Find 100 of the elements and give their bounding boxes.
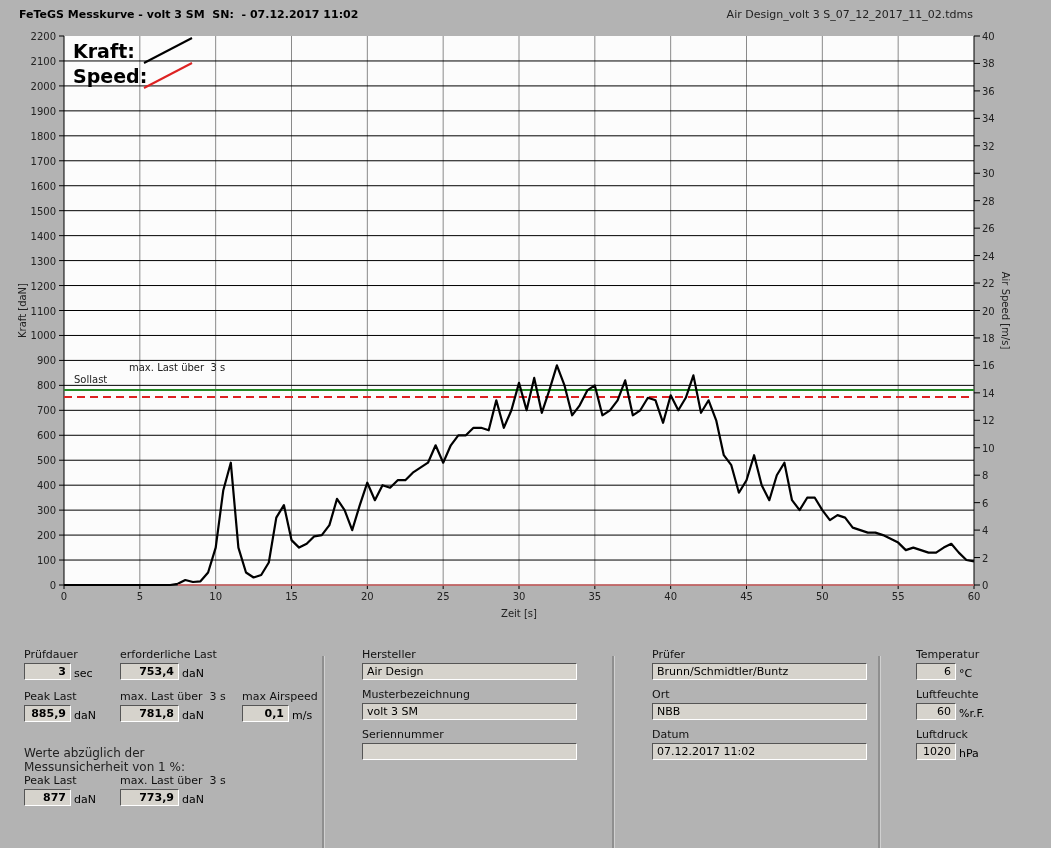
- axis-tick-label: 40: [664, 591, 678, 602]
- legend-label: Kraft:: [73, 40, 135, 62]
- axis-tick-label: 1500: [30, 205, 56, 217]
- field-label: Temperatur: [916, 648, 981, 661]
- field-label: Prüfdauer: [24, 648, 79, 661]
- value-field: 877: [24, 789, 71, 806]
- axis-tick-label: 700: [36, 405, 56, 417]
- unit-label: daN: [74, 709, 96, 722]
- axis-tick-label: 55: [891, 591, 905, 602]
- axis-tick-label: 200: [36, 530, 56, 542]
- field-label: Ort: [652, 688, 671, 701]
- axis-tick-label: 20: [360, 591, 374, 602]
- axis-tick-label: 2000: [30, 80, 56, 92]
- axis-tick-label: 0: [49, 580, 56, 591]
- axis-tick-label: 28: [982, 195, 995, 207]
- unit-label: daN: [182, 793, 204, 806]
- axis-tick-label: 22: [982, 278, 995, 290]
- axis-tick-label: 12: [982, 415, 995, 427]
- axis-tick-label: 18: [982, 332, 995, 344]
- unit-label: daN: [182, 667, 204, 680]
- field-label: Peak Last: [24, 690, 78, 703]
- axis-tick-label: 10: [209, 591, 223, 602]
- axis-title: Air Speed [m/s]: [1000, 271, 1011, 350]
- value-field: 1020: [916, 743, 956, 760]
- axis-tick-label: 45: [740, 591, 753, 602]
- field-label: Seriennummer: [362, 728, 445, 741]
- axis-tick-label: 1300: [30, 255, 56, 267]
- axis-tick-label: 15: [285, 591, 298, 602]
- axis-tick-label: 4: [982, 525, 989, 537]
- field-label: Datum: [652, 728, 691, 741]
- field-label: Prüfer: [652, 648, 687, 661]
- unit-label: m/s: [292, 709, 313, 722]
- unit-label: sec: [74, 667, 93, 680]
- note-text: Werte abzüglich der Messunsicherheit von 1 %:: [24, 746, 186, 774]
- axis-title: Zeit [s]: [501, 608, 537, 619]
- axis-tick-label: 1000: [30, 330, 56, 342]
- axis-tick-label: 900: [36, 355, 56, 367]
- axis-tick-label: 1900: [30, 105, 56, 117]
- axis-tick-label: 1600: [30, 180, 56, 192]
- axis-tick-label: 14: [982, 387, 995, 399]
- field-label: Musterbezeichnung: [362, 688, 472, 701]
- unit-label: daN: [74, 793, 96, 806]
- unit-label: daN: [182, 709, 204, 722]
- value-field: 60: [916, 703, 956, 720]
- axis-tick-label: 300: [36, 505, 56, 517]
- value-field: Air Design: [362, 663, 577, 680]
- axis-tick-label: 35: [588, 591, 602, 602]
- value-field: 3: [24, 663, 71, 680]
- axis-tick-label: 30: [982, 168, 995, 180]
- value-field: volt 3 SM: [362, 703, 577, 720]
- field-label: Peak Last: [24, 774, 78, 787]
- axis-tick-label: 0: [60, 591, 68, 602]
- axis-tick-label: 1700: [30, 155, 56, 167]
- unit-label: °C: [959, 667, 973, 680]
- axis-tick-label: 1800: [30, 130, 56, 142]
- value-field: 753,4: [120, 663, 179, 680]
- axis-tick-label: 2200: [30, 31, 56, 42]
- axis-tick-label: 26: [982, 223, 995, 235]
- value-field: 07.12.2017 11:02: [652, 743, 867, 760]
- axis-tick-label: 24: [982, 250, 995, 262]
- axis-tick-label: 5: [136, 591, 143, 602]
- unit-label: %r.F.: [959, 707, 985, 720]
- axis-tick-label: 0: [982, 580, 989, 591]
- reference-label: Sollast: [74, 374, 108, 385]
- axis-tick-label: 40: [982, 31, 995, 42]
- reference-label: max. Last über 3 s: [129, 361, 226, 373]
- field-label: max. Last über 3 s: [120, 690, 227, 703]
- axis-tick-label: 60: [967, 591, 981, 602]
- value-field: 6: [916, 663, 956, 680]
- axis-tick-label: 30: [512, 591, 526, 602]
- field-label: max. Last über 3 s: [120, 774, 227, 787]
- value-field: 773,9: [120, 789, 179, 806]
- unit-label: hPa: [959, 747, 979, 760]
- axis-tick-label: 10: [982, 442, 995, 454]
- legend-label: Speed:: [73, 65, 148, 87]
- axis-tick-label: 600: [36, 430, 56, 442]
- axis-tick-label: 1200: [30, 280, 56, 292]
- axis-tick-label: 6: [982, 497, 989, 509]
- axis-tick-label: 8: [982, 470, 989, 482]
- axis-tick-label: 36: [982, 85, 995, 97]
- value-field: 0,1: [242, 705, 289, 722]
- axis-tick-label: 2: [982, 552, 989, 564]
- field-label: max Airspeed: [242, 690, 318, 703]
- axis-tick-label: 50: [815, 591, 829, 602]
- axis-tick-label: 500: [36, 455, 56, 467]
- axis-tick-label: 25: [436, 591, 450, 602]
- axis-tick-label: 2100: [30, 55, 56, 67]
- field-label: erforderliche Last: [120, 648, 218, 661]
- window-title: FeTeGS Messkurve - volt 3 SM SN: - 07.12.2017 11:02: [19, 7, 359, 21]
- axis-tick-label: 20: [982, 305, 995, 317]
- value-field: NBB: [652, 703, 867, 720]
- axis-tick-label: 16: [982, 360, 995, 372]
- axis-tick-label: 400: [36, 480, 56, 492]
- axis-tick-label: 34: [982, 113, 995, 125]
- axis-tick-label: 1400: [30, 230, 56, 242]
- file-name: Air Design_volt 3 S_07_12_2017_11_02.tdms: [726, 7, 973, 21]
- axis-tick-label: 38: [982, 58, 995, 70]
- value-field: 885,9: [24, 705, 71, 722]
- field-label: Luftfeuchte: [916, 688, 980, 701]
- axis-tick-label: 1100: [30, 305, 56, 317]
